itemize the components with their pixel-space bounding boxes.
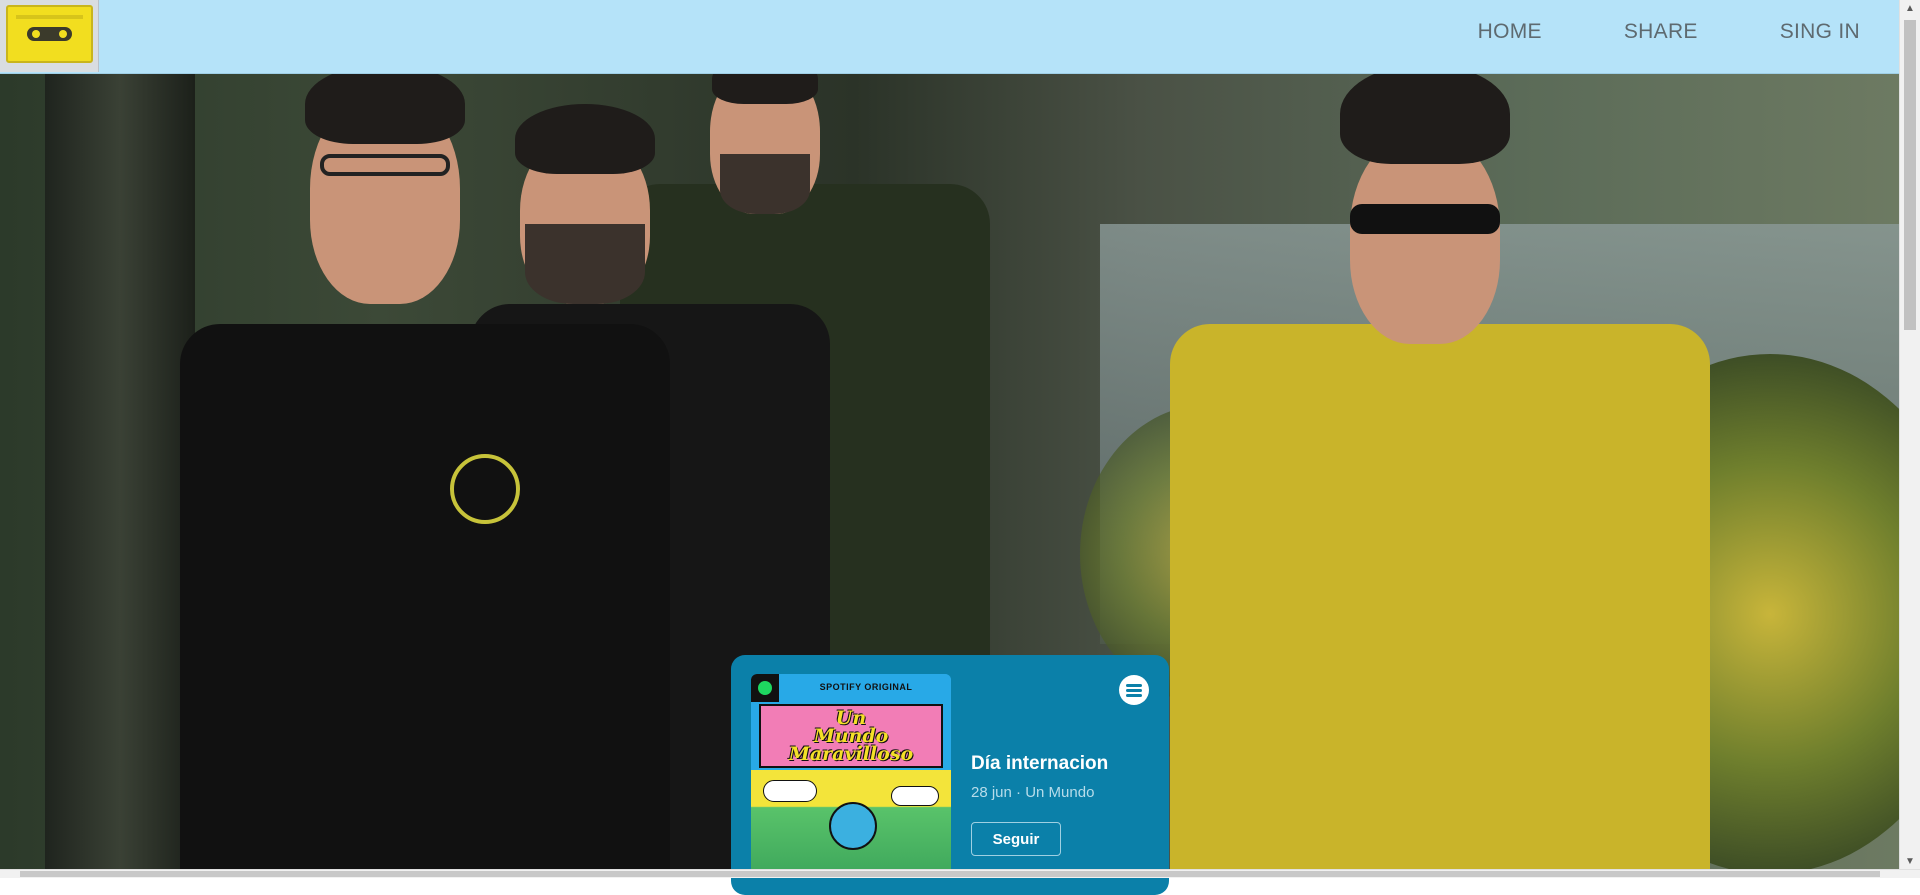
cassette-window [27,27,72,41]
episode-meta: 28 jun · Un Mundo [971,784,1095,801]
spotify-badge-icon [751,674,779,702]
tree-trunk [45,74,195,870]
eyeglasses [320,154,450,176]
cassette-reel-right [59,30,67,38]
vertical-scroll-thumb[interactable] [1904,20,1916,330]
follow-button[interactable]: Seguir [971,822,1061,856]
cassette-icon [6,5,93,63]
cassette-reel-left [32,30,40,38]
vertical-scrollbar[interactable]: ▲ ▼ [1899,0,1920,870]
main-nav: HOME SHARE SING IN [1478,20,1860,44]
podcast-cover-art[interactable]: SPOTIFY ORIGINAL Un Mundo Maravilloso [751,674,951,874]
globe-character-icon [829,802,877,850]
horizontal-scroll-thumb[interactable] [20,871,1880,877]
episode-title[interactable]: Día internacion [971,753,1111,775]
nav-home-link[interactable]: HOME [1478,20,1542,44]
site-logo[interactable] [0,0,99,72]
cover-title-art: Un Mundo Maravilloso [759,704,943,768]
smiley-shirt-logo [450,454,520,524]
spotify-logo-icon[interactable] [1119,675,1149,705]
nav-share-link[interactable]: SHARE [1624,20,1698,44]
spotify-original-label: SPOTIFY ORIGINAL [819,682,913,692]
top-header: HOME SHARE SING IN [0,0,1900,74]
spotify-podcast-embed[interactable]: SPOTIFY ORIGINAL Un Mundo Maravilloso Dí… [731,655,1169,895]
horizontal-scrollbar[interactable] [0,869,1920,878]
cloud-illustration [763,780,817,802]
scroll-up-icon[interactable]: ▲ [1900,0,1920,17]
nav-sign-in-link[interactable]: SING IN [1780,20,1860,44]
cloud-illustration-2 [891,786,939,806]
scroll-down-icon[interactable]: ▼ [1900,853,1920,870]
sunglasses [1350,204,1500,234]
cassette-label-strip [16,15,83,19]
